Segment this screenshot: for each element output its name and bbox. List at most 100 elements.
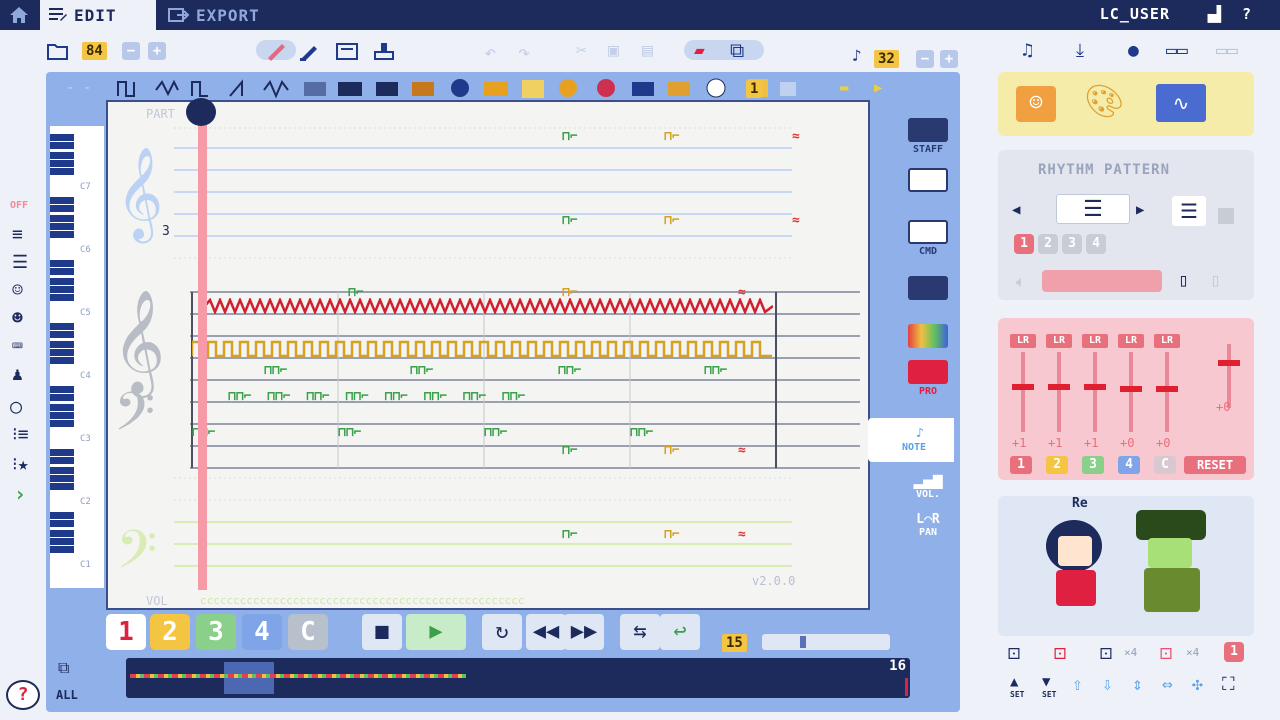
character-face-icon[interactable]: ☺: [1016, 86, 1056, 122]
list-bold-icon[interactable]: ☰: [12, 252, 28, 273]
rhythm-preview-bar[interactable]: [1042, 270, 1162, 292]
fader-4-knob[interactable]: [1120, 386, 1142, 392]
expand-arrow-icon[interactable]: ›: [14, 482, 26, 506]
piano-black-key[interactable]: [50, 331, 74, 338]
note[interactable]: ⊓⊓⌐: [410, 364, 433, 377]
help-bubble-icon[interactable]: ?: [6, 680, 40, 710]
rhythm-delete-button[interactable]: [1218, 208, 1234, 224]
copy-pages-icon[interactable]: ⧉: [58, 658, 69, 678]
person-icon[interactable]: ♟: [12, 364, 23, 385]
piano-black-key[interactable]: [50, 197, 74, 204]
flip-icon[interactable]: ⇔: [1162, 674, 1173, 695]
piano-black-key[interactable]: [50, 475, 74, 482]
wave-editor-icon[interactable]: ∿: [1156, 84, 1206, 122]
dice-channel-button[interactable]: 1: [1224, 642, 1244, 662]
bomb-icon[interactable]: ●: [1128, 40, 1139, 61]
note[interactable]: ⊓⊓⌐: [704, 364, 727, 377]
move-up-icon[interactable]: ⇧: [1072, 674, 1083, 695]
piano-black-key[interactable]: [50, 294, 74, 301]
rhythm-slot-1[interactable]: 1: [1014, 234, 1034, 254]
note[interactable]: ⊓⌐: [562, 130, 578, 143]
piano-black-key[interactable]: [50, 530, 74, 537]
rhythm-pattern-display[interactable]: ☰: [1056, 194, 1130, 224]
window-mode-icon[interactable]: ⧉: [730, 38, 744, 62]
minimap-viewport[interactable]: [224, 662, 274, 694]
rewind-button[interactable]: ◀◀: [526, 614, 566, 650]
fader-1[interactable]: [1021, 352, 1025, 432]
book-icon[interactable]: ▯: [1178, 270, 1189, 291]
channel-tab-3[interactable]: 3: [196, 614, 236, 650]
piano-black-key[interactable]: [50, 160, 74, 167]
move-vertical-icon[interactable]: ⇕: [1132, 674, 1143, 695]
tab-note-active[interactable]: ♪ NOTE: [868, 418, 954, 462]
help-button[interactable]: ?: [1242, 5, 1251, 23]
undo-icon[interactable]: ↶: [484, 40, 496, 64]
fader-3[interactable]: [1093, 352, 1097, 432]
set-down-icon[interactable]: ▼: [1042, 674, 1050, 690]
gallery-icon[interactable]: ▭▭: [1166, 40, 1188, 61]
position-slider-thumb[interactable]: [800, 636, 806, 648]
fader-5[interactable]: [1165, 352, 1169, 432]
song-next-button[interactable]: +: [148, 42, 166, 60]
keyboard-icon[interactable]: ⌨: [12, 336, 23, 357]
playhead[interactable]: [198, 120, 207, 590]
piano-black-key[interactable]: [50, 349, 74, 356]
piano-black-key[interactable]: [50, 168, 74, 175]
fader-1-knob[interactable]: [1012, 384, 1034, 390]
tempo-down-button[interactable]: −: [916, 50, 934, 68]
cut-icon[interactable]: ✂: [576, 40, 587, 61]
note[interactable]: ≈: [738, 528, 746, 541]
shrink-icon[interactable]: ✣: [1192, 674, 1203, 695]
tab-pan[interactable]: L⌒R PAN: [902, 512, 954, 556]
fader-2-knob[interactable]: [1048, 384, 1070, 390]
home-icon[interactable]: [8, 5, 30, 29]
piano-black-key[interactable]: [50, 205, 74, 212]
circle-icon[interactable]: ○: [10, 394, 22, 418]
mixer-reset-button[interactable]: RESET: [1184, 456, 1246, 474]
piano-black-key[interactable]: [50, 278, 74, 285]
stop-button[interactable]: ■: [362, 614, 402, 650]
piano-black-key[interactable]: [50, 152, 74, 159]
speaker-icon[interactable]: 🔈︎: [1016, 272, 1026, 292]
note[interactable]: ⊓⊓⌐: [558, 364, 581, 377]
tab-cmd[interactable]: CMD: [902, 220, 954, 264]
note[interactable]: ⊓⊓⌐: [630, 426, 653, 439]
piano-black-key[interactable]: [50, 231, 74, 238]
stamp-tool-icon[interactable]: [372, 40, 396, 62]
piano-black-key[interactable]: [50, 546, 74, 553]
fader-2[interactable]: [1057, 352, 1061, 432]
gallery2-icon[interactable]: ▭▭: [1216, 40, 1238, 61]
palette-art-icon[interactable]: 🎨︎: [1084, 82, 1125, 120]
menu-dots[interactable]: - -: [66, 80, 91, 96]
mixer-channel-c[interactable]: C: [1154, 456, 1176, 474]
face-icon[interactable]: ☺: [12, 280, 23, 301]
song-minimap[interactable]: 16: [126, 658, 910, 698]
note[interactable]: ⊓⌐: [664, 444, 680, 457]
piano-black-key[interactable]: [50, 223, 74, 230]
master-fader-knob[interactable]: [1218, 360, 1240, 366]
brush-tool-icon[interactable]: [298, 40, 322, 62]
return-button[interactable]: ↩: [660, 614, 700, 650]
music-sheet-icon[interactable]: ♫: [1022, 40, 1033, 61]
piano-black-key[interactable]: [50, 323, 74, 330]
tab-layers[interactable]: [902, 276, 954, 320]
tab-staff[interactable]: STAFF: [902, 118, 954, 162]
piano-black-key[interactable]: [50, 449, 74, 456]
star-list-icon[interactable]: ⁝★: [12, 454, 29, 475]
rhythm-next-button[interactable]: ▶: [1136, 202, 1144, 218]
note[interactable]: ⊓⌐: [664, 130, 680, 143]
channel-tab-2[interactable]: 2: [150, 614, 190, 650]
off-toggle[interactable]: OFF: [10, 200, 28, 211]
repeat-button[interactable]: ⇆: [620, 614, 660, 650]
note[interactable]: ≈: [792, 130, 800, 143]
tab-vol[interactable]: ▂▄▆ VOL.: [902, 470, 954, 514]
scroll-left-icon[interactable]: ▬: [840, 80, 848, 96]
channel-tab-1[interactable]: 1: [106, 614, 146, 650]
rhythm-slot-3[interactable]: 3: [1062, 234, 1082, 254]
channel-tab-c[interactable]: C: [288, 614, 328, 650]
piano-black-key[interactable]: [50, 341, 74, 348]
expand-icon[interactable]: ⛶: [1222, 674, 1235, 695]
piano-black-key[interactable]: [50, 357, 74, 364]
rhythm-slot-2[interactable]: 2: [1038, 234, 1058, 254]
dice-pink-icon[interactable]: ⚀: [1160, 640, 1172, 664]
